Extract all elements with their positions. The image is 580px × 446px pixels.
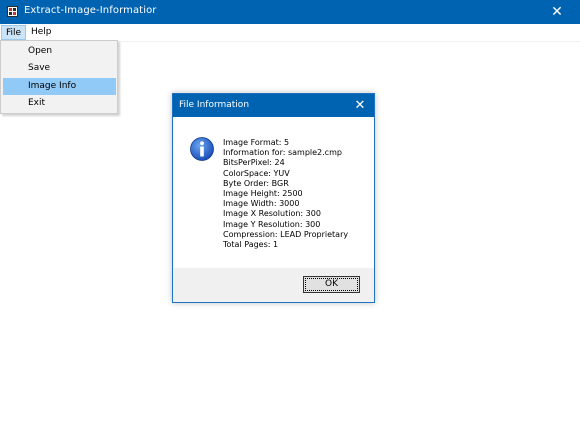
ok-button[interactable]: OK — [303, 276, 360, 293]
file-information-dialog: File Information ✕ Image Format: 5 Infor… — [172, 93, 375, 303]
info-line-file-name: Information for: sample2.cmp — [223, 148, 342, 158]
dialog-titlebar: File Information ✕ — [173, 94, 374, 117]
menu-help[interactable]: Help — [27, 25, 56, 39]
file-info-text: Image Format: 5 Information for: sample2… — [223, 138, 373, 250]
dialog-title: File Information — [179, 100, 250, 110]
menu-item-label: Open — [28, 46, 53, 56]
info-line-image-height: Image Height: 2500 — [223, 188, 303, 198]
menu-item-open[interactable]: Open — [3, 43, 116, 60]
info-line-compression: Compression: LEAD Proprietary — [223, 229, 349, 239]
menu-item-save[interactable]: Save — [3, 60, 116, 77]
info-line-byte-order: Byte Order: BGR — [223, 178, 289, 188]
window-close-button[interactable]: ✕ — [534, 0, 580, 24]
info-line-bits-per-pixel: BitsPerPixel: 24 — [223, 158, 285, 168]
menu-file-label: File — [6, 28, 22, 38]
menu-help-label: Help — [31, 27, 52, 37]
close-icon: ✕ — [354, 98, 366, 113]
dialog-footer: OK — [173, 268, 374, 302]
menu-item-label: Save — [28, 63, 51, 73]
information-icon — [190, 137, 214, 161]
info-line-total-pages: Total Pages: 1 — [223, 239, 279, 249]
menu-item-label: Image Info — [28, 81, 77, 91]
dialog-close-button[interactable]: ✕ — [346, 94, 374, 117]
menu-item-label: Exit — [28, 98, 46, 108]
info-line-image-width: Image Width: 3000 — [223, 199, 300, 209]
menu-item-image-info[interactable]: Image Info — [3, 78, 116, 95]
close-icon: ✕ — [551, 4, 563, 20]
window-titlebar: Extract-Image-Informatior ✕ — [0, 0, 580, 24]
menu-file[interactable]: File — [1, 25, 27, 40]
info-line-image-format: Image Format: 5 — [223, 138, 290, 147]
file-menu-dropdown: Open Save Image Info Exit — [0, 40, 118, 114]
menu-item-exit[interactable]: Exit — [3, 95, 116, 112]
info-line-color-space: ColorSpace: YUV — [223, 168, 290, 178]
info-line-x-resolution: Image X Resolution: 300 — [223, 209, 321, 219]
window-title: Extract-Image-Informatior — [24, 5, 157, 16]
app-grid-icon[interactable] — [7, 6, 18, 17]
info-line-y-resolution: Image Y Resolution: 300 — [223, 219, 321, 229]
